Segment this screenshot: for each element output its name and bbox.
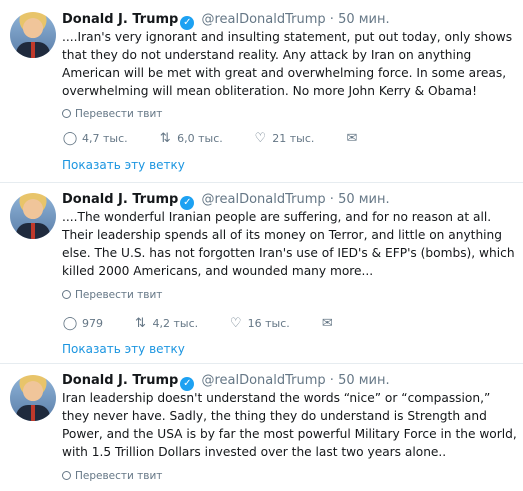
like-button[interactable]: ♡ 16 тыс. [228,316,290,331]
retweet-button[interactable]: ⇅ 6,0 тыс. [157,131,223,146]
tweet-time[interactable]: 50 мин. [338,12,390,27]
author-name[interactable]: Donald J. Trump [62,12,178,27]
separator-dot: · [329,373,334,388]
author-name[interactable]: Donald J. Trump [62,192,178,207]
message-button[interactable]: ✉ [344,131,364,146]
reply-icon: ◯ [62,131,78,146]
translate-label: Перевести твит [75,289,163,301]
retweet-count: 4,2 тыс. [152,317,199,330]
avatar[interactable] [10,193,56,239]
like-count: 21 тыс. [272,132,315,145]
reply-icon: ◯ [62,316,78,331]
separator-dot: · [329,192,334,207]
author-handle[interactable]: @realDonaldTrump [201,373,325,388]
tweet-3[interactable]: Donald J. Trump ✓ @realDonaldTrump · 50 м… [0,364,523,491]
tweet-text: ....Iran's very ignorant and insulting s… [62,30,513,98]
tweet-2[interactable]: Donald J. Trump ✓ @realDonaldTrump · 50 м… [0,183,523,363]
retweet-icon: ⇅ [135,316,146,331]
tweet-text: Iran leadership doesn't understand the w… [62,391,517,459]
mail-icon: ✉ [321,316,333,331]
author-handle[interactable]: @realDonaldTrump [201,192,325,207]
translate-link[interactable]: Перевести твит [62,470,162,482]
reply-button[interactable]: ◯ 4,7 тыс. [62,131,128,146]
globe-icon [62,290,71,299]
tweet-time[interactable]: 50 мин. [338,373,390,388]
reply-button[interactable]: ◯ 979 [62,316,103,331]
like-button[interactable]: ♡ 21 тыс. [252,131,314,146]
translate-link[interactable]: Перевести твит [62,289,162,301]
retweet-button[interactable]: ⇅ 4,2 тыс. [133,316,199,331]
reply-count: 979 [82,317,103,330]
message-button[interactable]: ✉ [319,316,339,331]
tweet-time[interactable]: 50 мин. [338,192,390,207]
show-thread-link[interactable]: Показать эту ветку [62,158,185,172]
separator-dot: · [329,12,334,27]
tweet-text: ....The wonderful Iranian people are suf… [62,210,515,278]
translate-label: Перевести твит [75,470,163,482]
author-handle[interactable]: @realDonaldTrump [201,12,325,27]
author-name[interactable]: Donald J. Trump [62,373,178,388]
retweet-count: 6,0 тыс. [177,132,223,145]
tweet-1[interactable]: Donald J. Trump ✓ @realDonaldTrump · 50 м… [0,0,523,182]
show-thread-link[interactable]: Показать эту ветку [62,342,185,356]
avatar[interactable] [10,12,56,58]
translate-label: Перевести твит [75,108,163,120]
like-count: 16 тыс. [247,317,290,330]
translate-link[interactable]: Перевести твит [62,108,162,120]
globe-icon [62,109,71,118]
heart-icon: ♡ [229,316,242,331]
reply-count: 4,7 тыс. [82,132,128,145]
globe-icon [62,471,71,480]
mail-icon: ✉ [346,131,358,146]
heart-icon: ♡ [254,131,267,146]
retweet-icon: ⇅ [159,131,171,146]
tweet-actions: ◯ 4,7 тыс. ⇅ 6,0 тыс. ♡ 21 тыс. ✉ [62,131,390,146]
tweet-actions: ◯ 979 ⇅ 4,2 тыс. ♡ 16 тыс. ✉ [62,316,365,331]
avatar[interactable] [10,375,56,421]
